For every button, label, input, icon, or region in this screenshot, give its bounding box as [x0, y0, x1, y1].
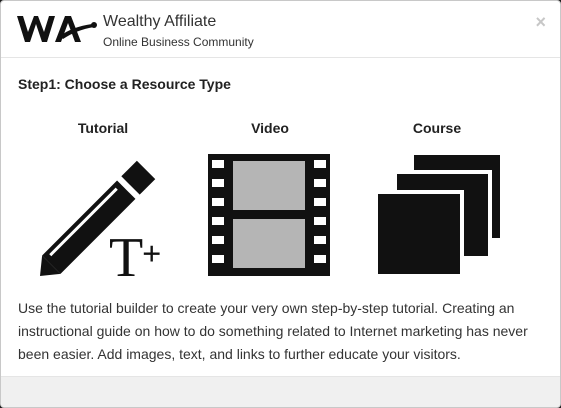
resource-option-label: Video — [251, 120, 289, 136]
brand-subtitle: Online Business Community — [103, 35, 254, 49]
svg-text:+: + — [142, 236, 161, 273]
brand-title: Wealthy Affiliate — [103, 13, 217, 30]
resource-option-label: Course — [412, 120, 462, 136]
pencil-text-icon: T + — [40, 160, 161, 282]
resource-description: Use the tutorial builder to create your … — [18, 300, 528, 362]
resource-option-course[interactable]: Course — [362, 118, 512, 283]
step-title: Step1: Choose a Resource Type — [18, 76, 231, 92]
svg-text:T: T — [109, 227, 143, 282]
wealthy-affiliate-logo — [17, 16, 97, 42]
resource-type-modal: Wealthy Affiliate Online Business Commun… — [0, 0, 561, 408]
resource-option-label: Tutorial — [77, 120, 129, 136]
modal-header: Wealthy Affiliate Online Business Commun… — [1, 1, 560, 58]
close-button[interactable]: × — [535, 13, 546, 31]
modal-footer — [1, 376, 560, 407]
film-strip-icon — [208, 154, 330, 276]
stacked-pages-icon — [374, 152, 500, 278]
resource-option-video[interactable]: Video — [195, 118, 345, 283]
resource-option-tutorial[interactable]: Tutorial T + — [28, 118, 178, 283]
